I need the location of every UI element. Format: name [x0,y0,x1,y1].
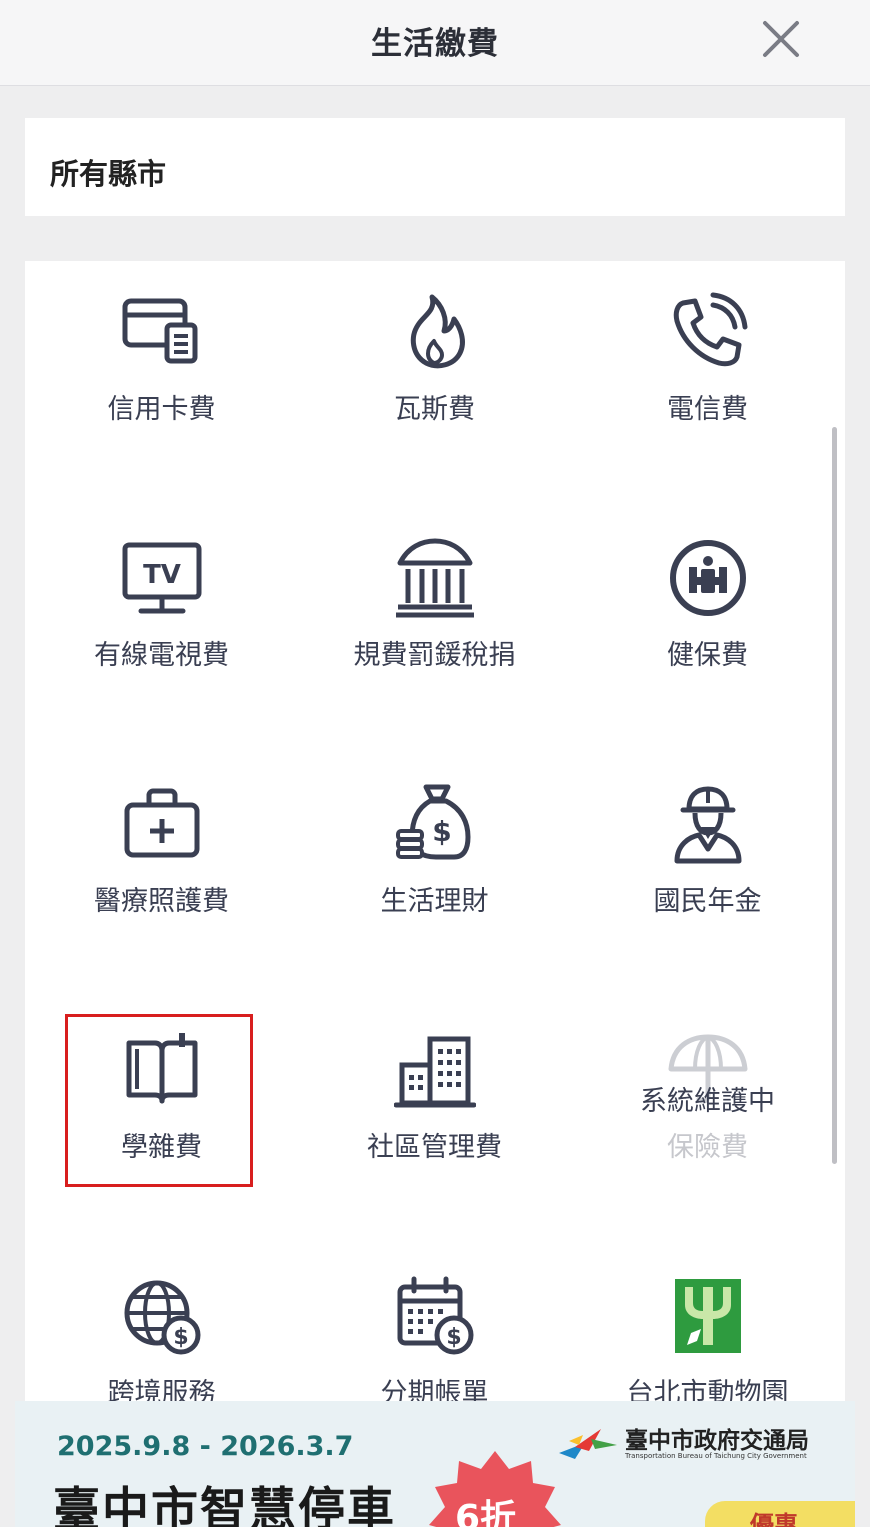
close-button[interactable] [760,18,802,60]
banner-org-en: Transportation Bureau of Taichung City G… [625,1452,807,1460]
banner-org: 臺中市政府交通局 [625,1428,809,1454]
tile-government-fees[interactable]: 規費罰鍰稅捐 [298,507,571,687]
building-icon [394,1036,476,1108]
tile-label: 學雜費 [121,1132,202,1163]
tile-label: 國民年金 [653,886,762,917]
bank-icon [396,538,474,618]
tile-credit-card[interactable]: 信用卡費 [25,261,298,441]
tile-cross-border[interactable]: $ 跨境服務 [25,1245,298,1401]
tile-installment[interactable]: $ 分期帳單 [298,1245,571,1401]
tile-label: 保險費 [667,1132,748,1163]
credit-card-icon [122,298,198,364]
tile-telecom[interactable]: 電信費 [571,261,844,441]
phone-icon [673,292,748,367]
tile-label: 社區管理費 [367,1132,502,1163]
tile-label: 規費罰鍰稅捐 [353,640,516,671]
health-insurance-icon [670,540,746,616]
header-bar: 生活繳費 [0,0,870,86]
maintenance-status: 系統維護中 [640,1086,775,1117]
calendar-dollar-icon: $ [397,1276,474,1355]
tile-label: 台北市動物園 [626,1378,789,1401]
medical-kit-icon [124,788,200,858]
scrollbar[interactable] [832,427,837,1164]
page-title: 生活繳費 [371,26,499,62]
zoo-logo-icon [675,1279,741,1353]
tile-gas[interactable]: 瓦斯費 [298,261,571,441]
tile-national-pension[interactable]: 國民年金 [571,753,844,933]
tile-community-fee[interactable]: 社區管理費 [298,999,571,1179]
tile-tuition[interactable]: 學雜費 [25,999,298,1179]
svg-text:TV: TV [143,560,181,590]
worker-icon [674,786,742,864]
banner-badge-text: 6折 [455,1498,517,1527]
bill-category-grid: 信用卡費 瓦斯費 電信費 TV 有線電視費 規費罰鍰稅捐 健保費 醫療照護費 $… [25,261,845,1401]
tile-label: 跨境服務 [107,1378,216,1401]
promo-banner[interactable]: 2025.9.8 - 2026.3.7 臺中市智慧停車 臺中市政府交通局 Tra… [15,1401,855,1527]
tile-insurance: 系統維護中 保險費 [571,999,844,1179]
banner-date: 2025.9.8 - 2026.3.7 [57,1431,354,1462]
close-icon [763,21,799,57]
book-icon [126,1033,198,1104]
svg-text:$: $ [446,1325,461,1350]
money-bag-icon: $ [396,784,471,860]
tv-icon: TV [122,542,202,614]
region-filter[interactable]: 所有縣市 [25,118,845,216]
tile-cable-tv[interactable]: TV 有線電視費 [25,507,298,687]
svg-text:$: $ [173,1325,188,1350]
tile-label: 生活理財 [380,886,489,917]
tile-label: 分期帳單 [380,1378,489,1401]
flame-icon [410,294,465,369]
tile-label: 信用卡費 [107,394,216,425]
banner-tag: 優惠 [750,1511,798,1527]
tile-label: 有線電視費 [94,640,229,671]
globe-dollar-icon: $ [124,1280,201,1355]
tile-label: 電信費 [667,394,748,425]
tile-label: 健保費 [667,640,748,671]
tile-label: 瓦斯費 [394,394,475,425]
svg-text:$: $ [432,815,451,848]
region-filter-label: 所有縣市 [50,157,167,191]
tile-label: 醫療照護費 [94,886,229,917]
tile-medical[interactable]: 醫療照護費 [25,753,298,933]
tile-finance[interactable]: $ 生活理財 [298,753,571,933]
tile-taipei-zoo[interactable]: 台北市動物園 [571,1245,844,1401]
banner-title: 臺中市智慧停車 [53,1483,396,1527]
tile-health-insurance[interactable]: 健保費 [571,507,844,687]
